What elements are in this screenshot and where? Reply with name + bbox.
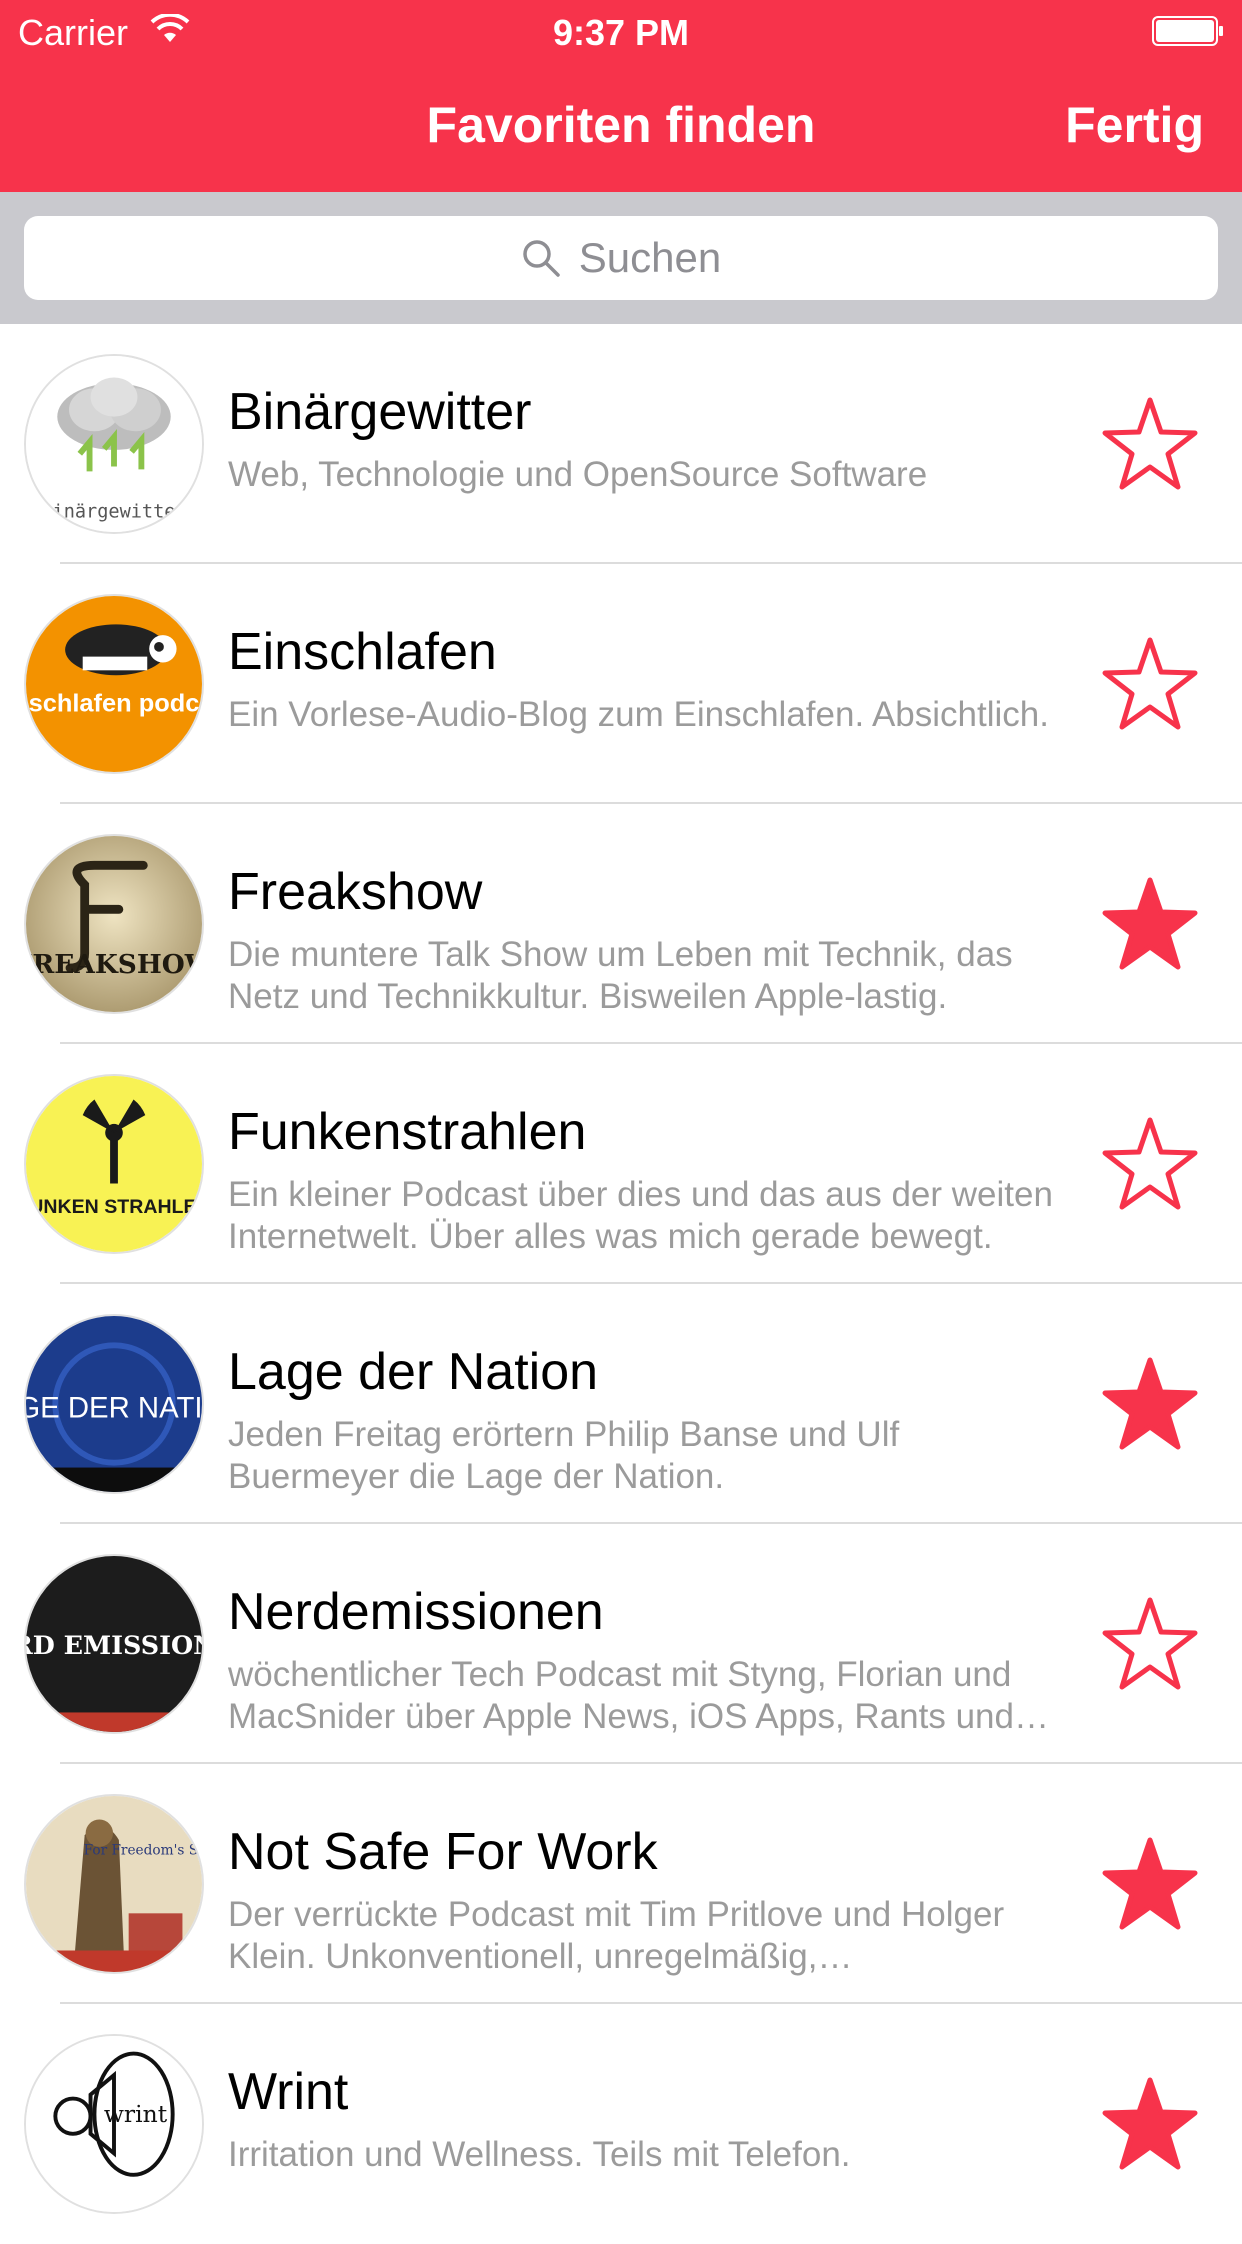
list-item[interactable]: einschlafen podcast Einschlafen Ein Vorl… <box>0 564 1242 804</box>
podcast-description: Der verrückte Podcast mit Tim Pritlove u… <box>228 1895 1005 1976</box>
podcast-title: Wrint <box>228 2063 349 2121</box>
list-item[interactable]: NERD EMISSIONEN Nerdemissionen wöchentli… <box>0 1524 1242 1764</box>
star-icon <box>1102 1357 1198 1450</box>
star-icon <box>1102 2077 1198 2170</box>
search-bar: Suchen <box>0 192 1242 324</box>
favorite-star-button[interactable] <box>1100 874 1200 974</box>
star-icon <box>1102 1117 1198 1210</box>
battery-icon <box>1152 16 1223 46</box>
favorite-star-button[interactable] <box>1100 394 1200 494</box>
navigation-bar: Favoriten finden Fertig <box>0 60 1242 192</box>
podcast-artwork: LAGE DER NATION <box>24 1314 204 1494</box>
podcast-title: Lage der Nation <box>228 1343 599 1401</box>
artwork-text: NERD EMISSIONEN <box>26 1630 202 1660</box>
artwork-text: FREAKSHOW <box>26 949 202 980</box>
artwork-text: einschlafen podcast <box>26 689 202 717</box>
star-icon <box>1102 637 1198 730</box>
artwork-text: binärgewitter <box>41 501 186 522</box>
podcast-description: Irritation und Wellness. Teils mit Telef… <box>228 2135 851 2174</box>
podcast-title: Nerdemissionen <box>228 1583 604 1641</box>
podcast-artwork: For Freedom's Sake <box>24 1794 204 1974</box>
favorite-star-button[interactable] <box>1100 1594 1200 1694</box>
star-icon <box>1102 1837 1198 1930</box>
podcast-description: wöchentlicher Tech Podcast mit Styng, Fl… <box>228 1655 1014 1736</box>
page-title: Favoriten finden <box>426 97 816 153</box>
podcast-description: Ein kleiner Podcast über dies und das au… <box>228 1175 1053 1256</box>
podcast-list: binärgewitter Binärgewitter Web, Technol… <box>0 324 1242 2244</box>
podcast-title: Not Safe For Work <box>228 1823 658 1881</box>
done-button[interactable]: Fertig <box>1065 96 1204 154</box>
artwork-text: FUNKEN STRAHLEN <box>26 1196 202 1218</box>
favorite-star-button[interactable] <box>1100 1354 1200 1454</box>
star-icon <box>1102 877 1198 970</box>
podcast-artwork: binärgewitter <box>24 354 204 534</box>
list-item[interactable]: FUNKEN STRAHLEN Funkenstrahlen Ein klein… <box>0 1044 1242 1284</box>
podcast-description: Ein Vorlese-Audio-Blog zum Einschlafen. … <box>228 695 1049 734</box>
podcast-description: Jeden Freitag erörtern Philip Banse und … <box>228 1415 900 1496</box>
star-icon <box>1102 397 1198 490</box>
search-input[interactable]: Suchen <box>24 216 1218 300</box>
status-time: 9:37 PM <box>552 12 690 53</box>
list-item[interactable]: wrint Wrint Irritation und Wellness. Tei… <box>0 2004 1242 2244</box>
list-item[interactable]: LAGE DER NATION Lage der Nation Jeden Fr… <box>0 1284 1242 1524</box>
favorite-star-button[interactable] <box>1100 634 1200 734</box>
favorite-star-button[interactable] <box>1100 1114 1200 1214</box>
list-item[interactable]: For Freedom's Sake Not Safe For Work Der… <box>0 1764 1242 2004</box>
podcast-artwork: wrint <box>24 2034 204 2214</box>
artwork-text: LAGE DER NATION <box>26 1392 202 1425</box>
podcast-description: Die muntere Talk Show um Leben mit Techn… <box>228 935 1013 1016</box>
favorite-star-button[interactable] <box>1100 1834 1200 1934</box>
list-item[interactable]: FREAKSHOW Freakshow Die muntere Talk Sho… <box>0 804 1242 1044</box>
artwork-text: For Freedom's Sake <box>84 1843 202 1859</box>
star-icon <box>1102 1597 1198 1690</box>
podcast-artwork: NERD EMISSIONEN <box>24 1554 204 1734</box>
list-item[interactable]: binärgewitter Binärgewitter Web, Technol… <box>0 324 1242 564</box>
podcast-artwork: FUNKEN STRAHLEN <box>24 1074 204 1254</box>
podcast-artwork: FREAKSHOW <box>24 834 204 1014</box>
favorite-star-button[interactable] <box>1100 2074 1200 2174</box>
search-icon <box>523 240 560 277</box>
podcast-artwork: einschlafen podcast <box>24 594 204 774</box>
search-placeholder: Suchen <box>578 234 722 281</box>
podcast-title: Funkenstrahlen <box>228 1103 587 1161</box>
podcast-title: Einschlafen <box>228 623 497 681</box>
podcast-title: Freakshow <box>228 863 483 921</box>
status-bar: Carrier 9:37 PM <box>0 0 1242 60</box>
artwork-text: wrint <box>104 2100 168 2128</box>
podcast-title: Binärgewitter <box>228 383 532 441</box>
podcast-description: Web, Technologie und OpenSource Software <box>228 455 928 494</box>
